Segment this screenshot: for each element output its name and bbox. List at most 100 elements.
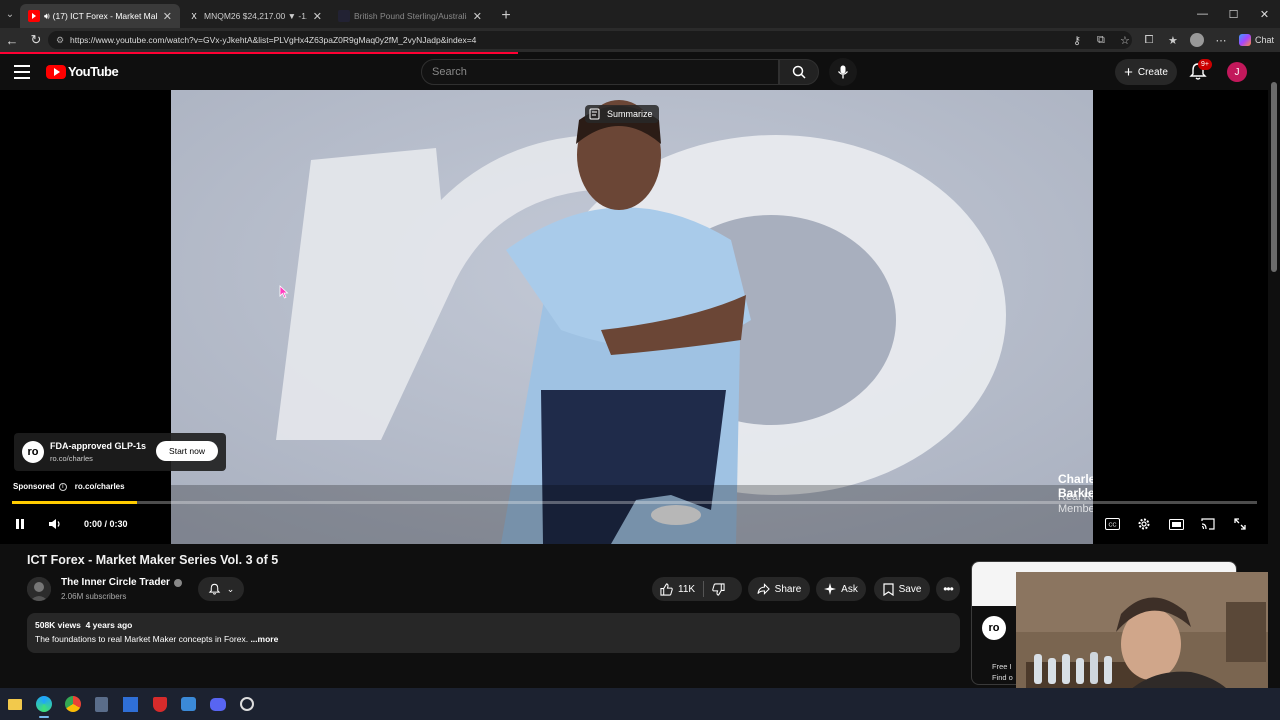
info-icon[interactable]: i	[58, 482, 67, 491]
subscribed-notifications-button[interactable]: ⌄	[198, 577, 244, 601]
mail-icon[interactable]	[174, 688, 203, 720]
thumbs-down-icon	[712, 582, 725, 596]
theater-icon	[1168, 518, 1184, 530]
close-icon[interactable]: ✕	[313, 10, 322, 23]
address-bar[interactable]: ⚙︎ https://www.youtube.com/watch?v=GVx-y…	[48, 31, 1132, 49]
search-box	[421, 59, 779, 85]
description-box[interactable]: 508K views 4 years ago The foundations t…	[27, 613, 960, 653]
tab-title: MNQM26 $24,217.00 ▼ -1.48%	[204, 11, 307, 21]
progress-bar[interactable]	[12, 501, 1257, 504]
speaker-icon[interactable]: 🔊︎	[44, 11, 50, 22]
settings-button[interactable]	[1134, 514, 1154, 534]
pause-icon	[16, 519, 24, 529]
search-icon	[792, 65, 806, 79]
site-info-icon[interactable]: ⚙︎	[56, 35, 66, 46]
ad-overlay-card[interactable]: ro FDA-approved GLP-1s ro.co/charles Sta…	[14, 433, 226, 471]
save-button[interactable]: Save	[874, 577, 930, 601]
copilot-icon	[1238, 34, 1251, 46]
view-count: 508K views	[35, 620, 81, 630]
reload-button[interactable]: ↻	[24, 28, 48, 52]
close-icon[interactable]: ✕	[473, 10, 482, 23]
file-explorer-icon[interactable]	[0, 688, 29, 720]
ad-text-line2: Find o	[992, 673, 1013, 682]
discord-icon[interactable]	[203, 688, 232, 720]
channel-name[interactable]: The Inner Circle Trader	[61, 577, 182, 588]
youtube-logo[interactable]: YouTube	[46, 64, 119, 79]
sponsored-label: Sponsored i ro.co/charles	[13, 482, 125, 491]
pause-button[interactable]	[10, 514, 30, 534]
svg-text:CC: CC	[1108, 523, 1116, 529]
tab-x-mnq[interactable]: X MNQM26 $24,217.00 ▼ -1.48% ✕	[180, 4, 330, 28]
voice-search-button[interactable]	[829, 58, 857, 86]
scrollbar-thumb[interactable]	[1271, 82, 1277, 272]
minimize-icon[interactable]: —	[1187, 0, 1218, 28]
chat-label: Chat	[1254, 35, 1274, 45]
install-icon[interactable]: ⧉	[1089, 28, 1113, 52]
dislike-button[interactable]	[704, 577, 733, 601]
extensions-icon[interactable]: ⧠	[1137, 28, 1161, 52]
channel-name-text: The Inner Circle Trader	[61, 577, 170, 588]
channel-avatar[interactable]	[27, 577, 51, 601]
like-button[interactable]: 11K	[652, 577, 703, 601]
ask-button[interactable]: Ask	[816, 577, 866, 601]
fullscreen-icon	[1234, 518, 1246, 530]
edge-icon[interactable]	[29, 688, 58, 720]
trading-app-icon[interactable]	[116, 688, 145, 720]
like-dislike-group: 11K	[652, 577, 742, 601]
description-snippet: The foundations to real Market Maker con…	[35, 634, 251, 644]
fullscreen-button[interactable]	[1230, 514, 1250, 534]
shield-icon[interactable]	[145, 688, 174, 720]
user-avatar[interactable]: J	[1227, 62, 1247, 82]
favorites-icon[interactable]: ★	[1161, 28, 1185, 52]
close-icon[interactable]: ✕	[163, 10, 172, 23]
upload-age: 4 years ago	[85, 620, 133, 630]
search-button[interactable]	[779, 59, 819, 85]
os-taskbar	[0, 688, 1280, 720]
obs-icon[interactable]	[232, 688, 261, 720]
summarize-button[interactable]: Summarize	[585, 105, 659, 123]
search-input[interactable]	[432, 66, 778, 78]
description-text: The foundations to real Market Maker con…	[35, 634, 278, 644]
new-tab-button[interactable]: +	[496, 4, 516, 28]
chrome-icon[interactable]	[58, 688, 87, 720]
menu-icon[interactable]	[14, 65, 30, 79]
notification-count-badge: 9+	[1198, 59, 1212, 70]
more-menu-icon[interactable]: ⋯	[1209, 28, 1233, 52]
tab-search-button[interactable]: ⌄	[0, 0, 20, 28]
ad-title: FDA-approved GLP-1s	[50, 441, 147, 451]
volume-button[interactable]	[45, 514, 65, 534]
share-icon	[757, 583, 770, 595]
create-label: Create	[1137, 66, 1168, 78]
tab-tradingview[interactable]: British Pound Sterling/Australian Dollar…	[330, 4, 490, 28]
tab-youtube[interactable]: 🔊︎ (17) ICT Forex - Market Maker Series …	[20, 4, 180, 28]
video-frame[interactable]: Charles Barkley Real Ro Member	[171, 90, 1093, 544]
x-icon: X	[191, 11, 197, 21]
create-button[interactable]: + Create	[1115, 59, 1177, 85]
verified-icon	[173, 578, 182, 587]
key-icon[interactable]: ⚷	[1065, 28, 1089, 52]
page-scrollbar[interactable]	[1268, 54, 1280, 688]
cast-button[interactable]	[1198, 514, 1218, 534]
theater-mode-button[interactable]	[1166, 514, 1186, 534]
profile-avatar[interactable]	[1185, 28, 1209, 52]
bookmark-star-icon[interactable]: ☆	[1113, 28, 1137, 52]
ad-text-line1: Free I	[992, 662, 1012, 671]
video-meta: 508K views 4 years ago	[35, 620, 132, 630]
window-controls: — ☐ ✕	[1187, 0, 1280, 28]
more-actions-button[interactable]: •••	[936, 577, 960, 601]
tab-title: (17) ICT Forex - Market Maker Series Vol…	[52, 11, 157, 21]
show-more-link[interactable]: ...more	[250, 634, 278, 644]
maximize-icon[interactable]: ☐	[1218, 0, 1249, 28]
captions-button[interactable]: CC	[1102, 514, 1122, 534]
calculator-icon[interactable]	[87, 688, 116, 720]
sponsored-url[interactable]: ro.co/charles	[75, 482, 125, 491]
back-button[interactable]: ←	[0, 28, 24, 52]
subscriber-count: 2.06M subscribers	[61, 592, 127, 601]
video-player[interactable]: Charles Barkley Real Ro Member Summarize…	[0, 90, 1268, 544]
copilot-chat-button[interactable]: Chat	[1233, 31, 1280, 49]
ad-start-now-button[interactable]: Start now	[156, 441, 218, 461]
close-window-icon[interactable]: ✕	[1249, 0, 1280, 28]
volume-icon	[49, 519, 60, 529]
share-button[interactable]: Share	[748, 577, 810, 601]
bell-icon	[208, 583, 221, 595]
